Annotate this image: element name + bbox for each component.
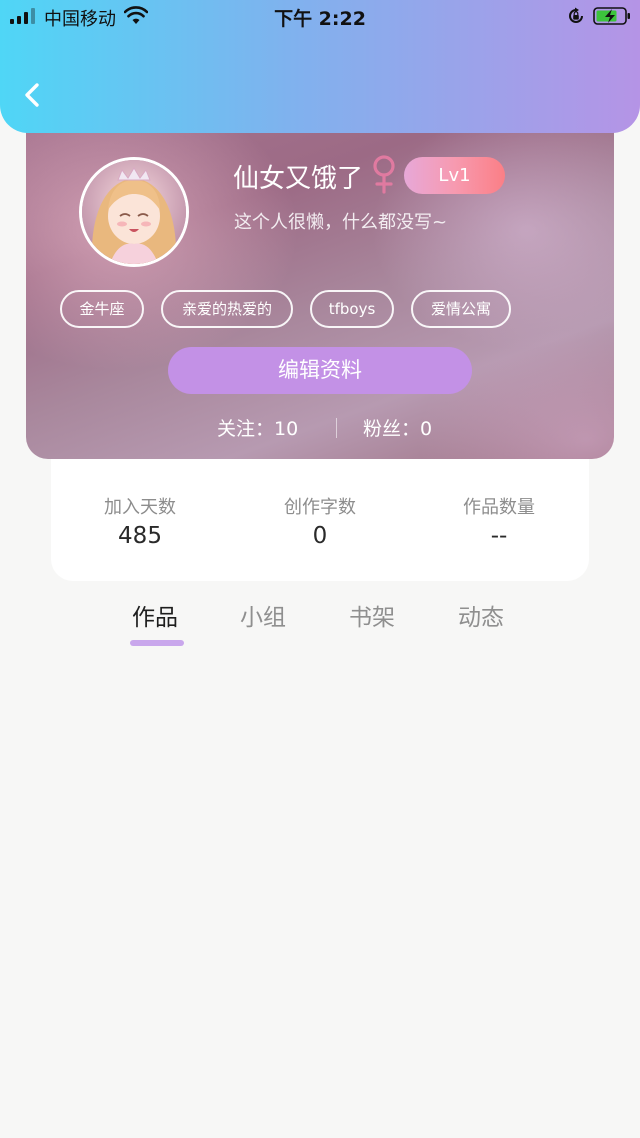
- tag-item[interactable]: 爱情公寓: [411, 290, 511, 328]
- followers-link[interactable]: 粉丝：0: [363, 414, 432, 441]
- following-count: 10: [274, 418, 299, 440]
- tag-item[interactable]: 亲爱的热爱的: [161, 290, 293, 328]
- battery-charging-icon: [593, 7, 630, 25]
- profile-card: 仙女又饿了 Lv1 这个人很懒，什么都没写~ 金牛座 亲爱的热爱的 tfboys…: [26, 110, 614, 459]
- back-icon[interactable]: [18, 80, 48, 110]
- tab-bookshelf[interactable]: 书架: [349, 598, 395, 632]
- stat-value: 485: [118, 523, 162, 549]
- following-label: 关注：: [217, 418, 275, 440]
- stat-works-count: 作品数量 --: [424, 493, 574, 549]
- header-bar: 中国移动 下午 2:22: [0, 0, 640, 133]
- followers-label: 粉丝：: [363, 418, 421, 440]
- tab-groups[interactable]: 小组: [240, 598, 286, 632]
- tab-bar: 作品 小组 书架 动态: [0, 598, 640, 648]
- tab-active-indicator: [130, 640, 184, 646]
- stats-card: 加入天数 485 创作字数 0 作品数量 --: [51, 449, 589, 581]
- tag-item[interactable]: 金牛座: [60, 290, 144, 328]
- profile-page: 中国移动 下午 2:22 仙女又饿了 Lv1 这个人很懒，什么都没写~ 金牛座 …: [0, 0, 640, 1138]
- tag-list: 金牛座 亲爱的热爱的 tfboys 爱情公寓: [60, 290, 580, 328]
- divider: [336, 418, 337, 438]
- stat-join-days: 加入天数 485: [65, 493, 215, 549]
- status-bar: 中国移动 下午 2:22: [0, 0, 640, 34]
- tab-works[interactable]: 作品: [132, 598, 178, 632]
- status-time: 下午 2:22: [274, 8, 366, 30]
- tab-activity[interactable]: 动态: [458, 598, 504, 632]
- edit-profile-button[interactable]: 编辑资料: [168, 347, 472, 394]
- stat-label: 加入天数: [104, 497, 176, 518]
- stat-label: 创作字数: [284, 497, 356, 518]
- following-link[interactable]: 关注：10: [217, 414, 298, 441]
- stat-label: 作品数量: [463, 497, 535, 518]
- avatar[interactable]: [79, 157, 189, 267]
- bio-text: 这个人很懒，什么都没写~: [234, 212, 448, 233]
- tag-item[interactable]: tfboys: [310, 290, 394, 328]
- stat-word-count: 创作字数 0: [245, 493, 395, 549]
- level-badge: Lv1: [404, 157, 505, 194]
- avatar-image: [82, 160, 186, 264]
- stat-value: 0: [312, 523, 328, 549]
- followers-count: 0: [420, 418, 433, 440]
- female-symbol-icon: [373, 155, 395, 194]
- nickname: 仙女又饿了: [233, 164, 364, 194]
- follow-stats: 关注：10 粉丝：0: [26, 412, 614, 442]
- rotation-lock-icon: [569, 7, 583, 23]
- stat-value: --: [490, 523, 508, 549]
